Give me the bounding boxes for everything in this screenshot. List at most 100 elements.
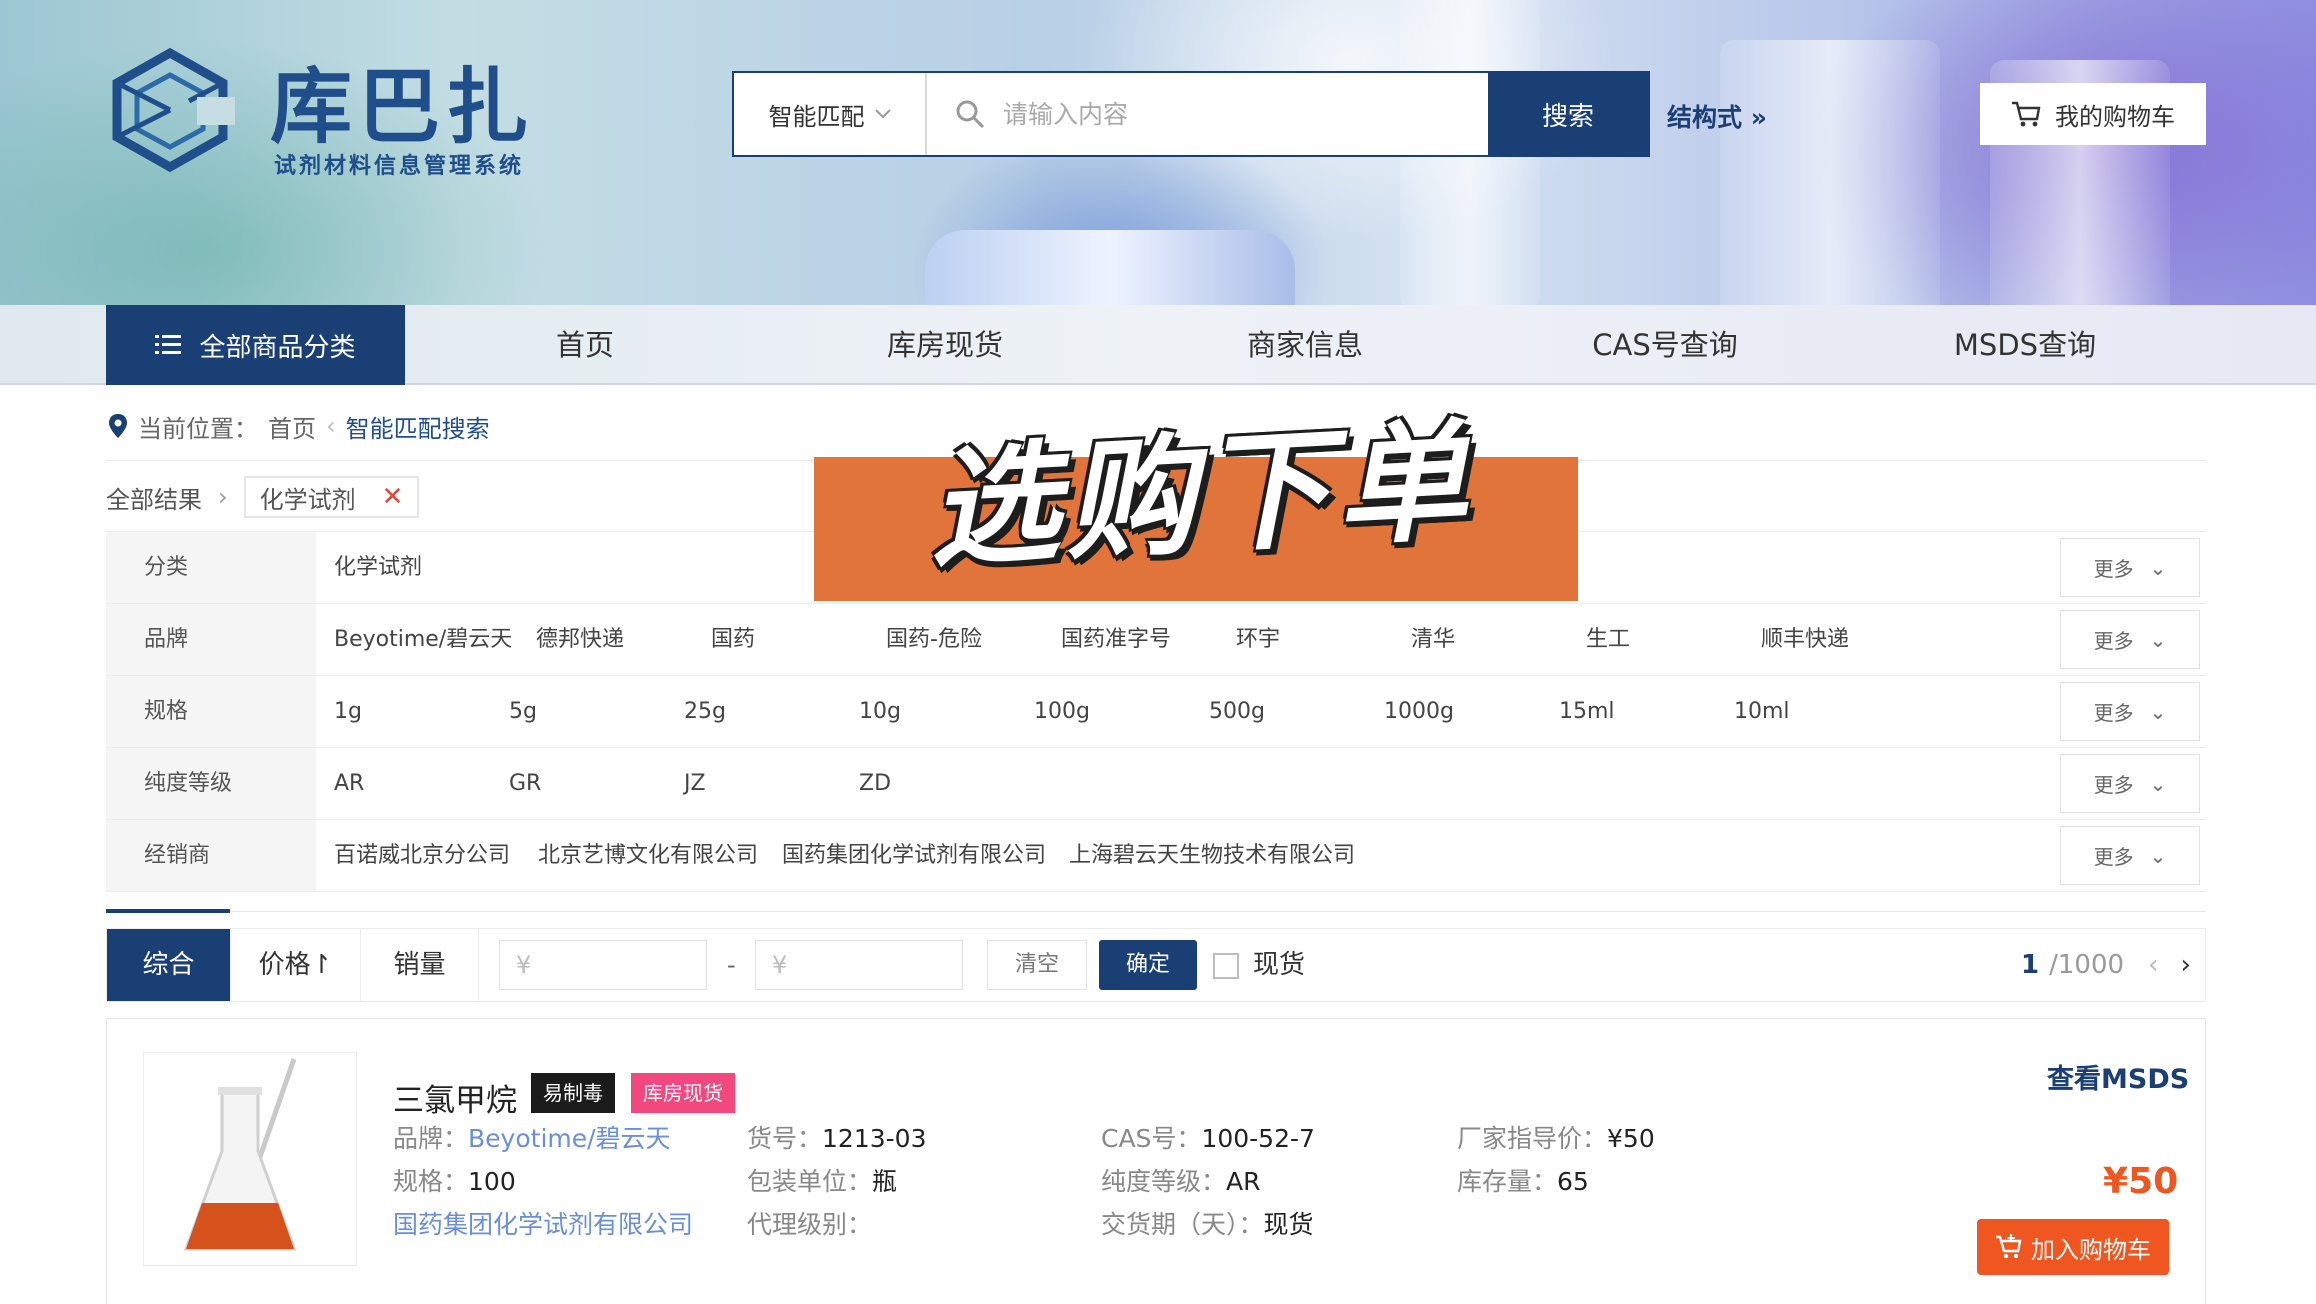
breadcrumb-current: 智能匹配搜索 bbox=[345, 414, 490, 443]
clear-button[interactable]: 清空 bbox=[987, 940, 1087, 990]
more-button[interactable]: 更多 ⌄ bbox=[2060, 826, 2200, 885]
filter-path: 全部结果 › 化学试剂 ✕ bbox=[106, 476, 420, 518]
more-button[interactable]: 更多 ⌄ bbox=[2060, 682, 2200, 741]
search-icon bbox=[956, 100, 985, 129]
brand-name: 库巴扎 bbox=[270, 60, 535, 155]
price-max-input[interactable]: ¥ bbox=[755, 940, 963, 990]
filter-option[interactable]: 国药-危险 bbox=[886, 604, 982, 675]
sort-tab-sales[interactable]: 销量 bbox=[361, 929, 479, 1001]
chevron-down-icon: ⌄ bbox=[2149, 699, 2167, 724]
view-msds-link[interactable]: 查看MSDS bbox=[2047, 1057, 2189, 1096]
chevron-right-icon: › bbox=[218, 483, 228, 511]
filter-option[interactable]: 环宇 bbox=[1236, 604, 1280, 675]
filter-option[interactable]: 1g bbox=[334, 676, 362, 747]
confirm-button[interactable]: 确定 bbox=[1099, 940, 1197, 990]
breadcrumb-separator: ‹ bbox=[326, 412, 336, 440]
filter-option[interactable]: ZD bbox=[859, 748, 891, 819]
filter-label: 分类 bbox=[106, 532, 316, 603]
filter-option[interactable]: 化学试剂 bbox=[334, 532, 422, 603]
filter-option[interactable]: 10g bbox=[859, 676, 901, 747]
field-value: 100-52-7 bbox=[1201, 1124, 1315, 1153]
add-to-cart-label: 加入购物车 bbox=[2031, 1235, 2151, 1264]
brand-link[interactable]: Beyotime/碧云天 bbox=[468, 1124, 671, 1153]
product-image[interactable] bbox=[143, 1052, 357, 1266]
page-current: 1 bbox=[2021, 950, 2040, 980]
nav-item-home[interactable]: 首页 bbox=[465, 305, 705, 385]
search-input[interactable] bbox=[1003, 99, 1383, 129]
product-sku: 货号：1213-03 bbox=[747, 1119, 926, 1159]
filter-option[interactable]: 10ml bbox=[1734, 676, 1790, 747]
field-label: 货号： bbox=[747, 1124, 823, 1153]
filter-option[interactable]: GR bbox=[509, 748, 541, 819]
sort-tab-price[interactable]: 价格↾ bbox=[231, 929, 361, 1001]
chevron-down-icon: ⌄ bbox=[2149, 555, 2167, 580]
filter-option[interactable]: JZ bbox=[684, 748, 706, 819]
filter-option[interactable]: AR bbox=[334, 748, 364, 819]
filter-option[interactable]: 北京艺博文化有限公司 bbox=[538, 820, 758, 891]
stock-badge: 库房现货 bbox=[631, 1073, 735, 1113]
active-filter-tag: 化学试剂 ✕ bbox=[243, 476, 420, 518]
filter-option[interactable]: 500g bbox=[1209, 676, 1265, 747]
filter-option[interactable]: 德邦快递 bbox=[536, 604, 624, 675]
field-value: 1213-03 bbox=[822, 1124, 927, 1153]
filter-option[interactable]: 25g bbox=[684, 676, 726, 747]
more-button[interactable]: 更多 ⌄ bbox=[2060, 754, 2200, 813]
product-brand: 品牌：Beyotime/碧云天 bbox=[393, 1119, 671, 1159]
more-label: 更多 bbox=[2093, 845, 2134, 869]
filter-option[interactable]: 国药集团化学试剂有限公司 bbox=[782, 820, 1046, 891]
filter-option[interactable]: 百诺威北京分公司 bbox=[334, 820, 510, 891]
more-button[interactable]: 更多 ⌄ bbox=[2060, 610, 2200, 669]
product-stock: 库存量：65 bbox=[1457, 1162, 1589, 1202]
chevron-down-icon: ⌄ bbox=[2149, 627, 2167, 652]
hazard-badge: 易制毒 bbox=[531, 1073, 615, 1113]
field-label: 厂家指导价： bbox=[1457, 1124, 1608, 1153]
sort-accent-line bbox=[106, 909, 230, 913]
field-label: 品牌： bbox=[393, 1124, 469, 1153]
product-name[interactable]: 三氯甲烷 bbox=[393, 1075, 517, 1120]
field-value: 瓶 bbox=[872, 1167, 898, 1196]
filter-option[interactable]: 100g bbox=[1034, 676, 1090, 747]
filter-option[interactable]: 生工 bbox=[1586, 604, 1630, 675]
sort-tab-overall[interactable]: 综合 bbox=[107, 929, 231, 1001]
field-label: CAS号： bbox=[1101, 1124, 1202, 1153]
active-filter-label: 化学试剂 bbox=[259, 485, 356, 514]
chevron-right-icon[interactable]: › bbox=[2180, 950, 2190, 980]
more-button[interactable]: 更多 ⌄ bbox=[2060, 538, 2200, 597]
chevron-left-icon[interactable]: ‹ bbox=[2148, 950, 2158, 980]
filter-option[interactable]: 国药 bbox=[711, 604, 755, 675]
filter-option[interactable]: 5g bbox=[509, 676, 537, 747]
header-banner: 库巴扎 试剂材料信息管理系统 智能匹配 搜索 结构式 » 我的购物车 bbox=[0, 0, 2316, 305]
all-results-link[interactable]: 全部结果 bbox=[106, 480, 202, 515]
breadcrumb-home[interactable]: 首页 bbox=[268, 409, 316, 444]
brand-logo-icon bbox=[112, 47, 235, 173]
price-min-input[interactable]: ¥ bbox=[499, 940, 707, 990]
filter-option[interactable]: 国药准字号 bbox=[1061, 604, 1171, 675]
nav-item-msds-query[interactable]: MSDS查询 bbox=[1905, 305, 2145, 385]
filter-option[interactable]: 上海碧云天生物技术有限公司 bbox=[1069, 820, 1355, 891]
filter-option[interactable]: Beyotime/碧云天 bbox=[334, 604, 512, 675]
flask-icon bbox=[183, 1058, 297, 1251]
nav-item-cas-query[interactable]: CAS号查询 bbox=[1545, 305, 1785, 385]
dealer-link[interactable]: 国药集团化学试剂有限公司 bbox=[393, 1210, 693, 1239]
search-type-select[interactable]: 智能匹配 bbox=[734, 73, 927, 155]
filter-label: 品牌 bbox=[106, 604, 316, 675]
filter-option[interactable]: 清华 bbox=[1411, 604, 1455, 675]
add-to-cart-button[interactable]: 加入购物车 bbox=[1977, 1219, 2169, 1275]
filter-option[interactable]: 顺丰快递 bbox=[1761, 604, 1849, 675]
in-stock-checkbox[interactable] bbox=[1213, 953, 1239, 979]
structure-search-link[interactable]: 结构式 » bbox=[1667, 98, 1767, 134]
chevron-down-icon: ⌄ bbox=[2149, 771, 2167, 796]
search-button[interactable]: 搜索 bbox=[1488, 73, 1648, 155]
all-categories-button[interactable]: 全部商品分类 bbox=[106, 305, 405, 385]
more-label: 更多 bbox=[2093, 701, 2134, 725]
close-icon[interactable]: ✕ bbox=[382, 482, 404, 512]
filter-option[interactable]: 15ml bbox=[1559, 676, 1615, 747]
nav-item-merchant-info[interactable]: 商家信息 bbox=[1185, 305, 1425, 385]
nav-item-warehouse-stock[interactable]: 库房现货 bbox=[825, 305, 1065, 385]
filter-row-brand: 品牌 Beyotime/碧云天 德邦快递 国药 国药-危险 国药准字号 环宇 清… bbox=[106, 604, 2206, 676]
banner-bottle bbox=[1720, 40, 1940, 305]
filter-row-purity: 纯度等级 AR GR JZ ZD 更多 ⌄ bbox=[106, 748, 2206, 820]
my-cart-button[interactable]: 我的购物车 bbox=[1980, 83, 2206, 145]
filter-option[interactable]: 1000g bbox=[1384, 676, 1454, 747]
field-label: 库存量： bbox=[1457, 1167, 1558, 1196]
